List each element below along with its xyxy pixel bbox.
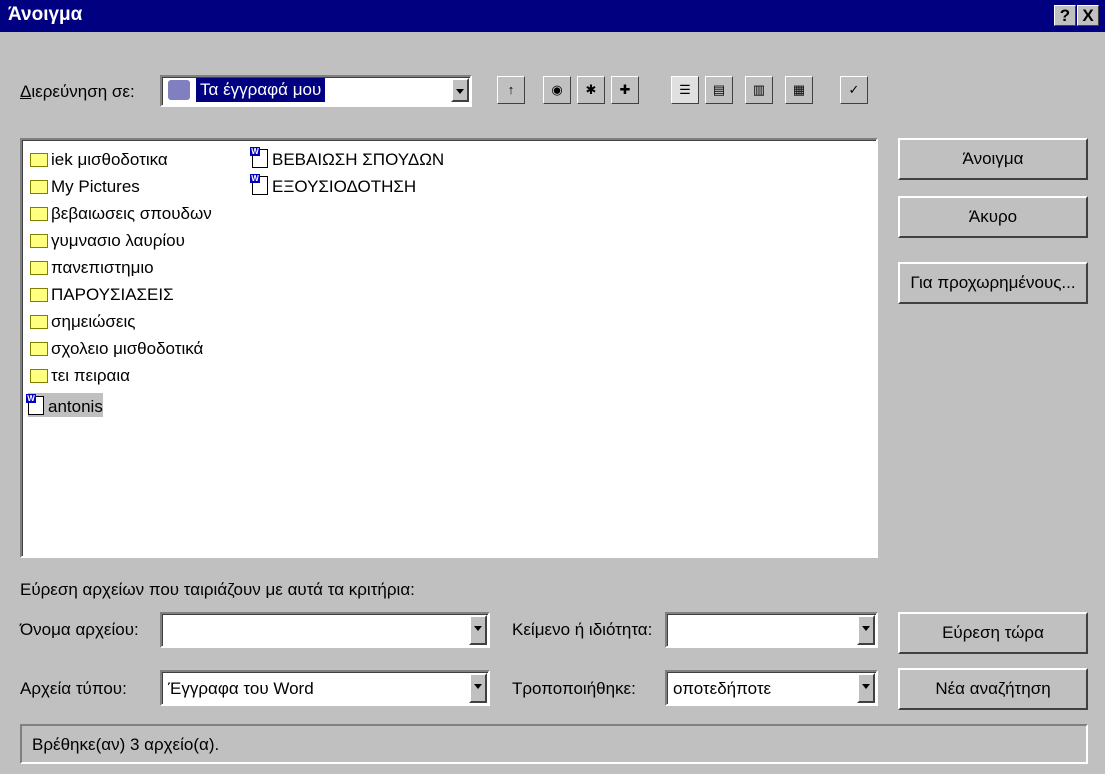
list-item[interactable]: iek μισθοδοτικα bbox=[30, 148, 168, 172]
folder-icon bbox=[30, 180, 48, 194]
word-document-icon bbox=[250, 174, 268, 195]
folder-icon bbox=[30, 207, 48, 221]
close-button[interactable]: X bbox=[1077, 5, 1099, 26]
filename-label: Όνομα αρχείου: bbox=[20, 620, 139, 639]
modified-value: οποτεδήποτε bbox=[673, 679, 772, 698]
look-in-value: Τα έγγραφά μου bbox=[196, 78, 326, 102]
my-documents-icon bbox=[168, 80, 190, 100]
title-bar bbox=[0, 0, 1105, 32]
list-item[interactable]: ΕΞΟΥΣΙΟΔΟΤΗΣΗ bbox=[250, 173, 416, 197]
favorites-button[interactable]: ✱ bbox=[577, 76, 605, 104]
new-search-button[interactable]: Νέα αναζήτηση bbox=[898, 668, 1088, 710]
folder-icon bbox=[30, 342, 48, 356]
list-item[interactable]: σημειώσεις bbox=[30, 310, 135, 334]
modified-label: Τροποποιήθηκε: bbox=[512, 679, 636, 698]
search-web-button[interactable]: ◉ bbox=[543, 76, 571, 104]
commands-settings-button[interactable]: ✓ bbox=[840, 76, 868, 104]
filename-dropdown-arrow[interactable] bbox=[469, 615, 487, 645]
look-in-dropdown[interactable]: Τα έγγραφά μου bbox=[160, 75, 472, 107]
modified-dropdown-arrow[interactable] bbox=[857, 673, 875, 703]
find-now-button[interactable]: Εύρεση τώρα bbox=[898, 612, 1088, 654]
status-bar: Βρέθηκε(αν) 3 αρχείο(α). bbox=[20, 724, 1088, 764]
text-property-dropdown-arrow[interactable] bbox=[857, 615, 875, 645]
modified-dropdown[interactable]: οποτεδήποτε bbox=[665, 670, 878, 706]
preview-view-button[interactable]: ▦ bbox=[785, 76, 813, 104]
folder-icon bbox=[30, 315, 48, 329]
word-document-icon bbox=[250, 147, 268, 168]
look-in-arrow[interactable] bbox=[451, 78, 469, 102]
search-criteria-heading: Εύρεση αρχείων που ταιριάζουν με αυτά τα… bbox=[20, 580, 415, 599]
word-document-icon bbox=[26, 394, 44, 415]
properties-view-button[interactable]: ▥ bbox=[745, 76, 773, 104]
file-list[interactable]: iek μισθοδοτικα My Pictures βεβαιωσεις σ… bbox=[20, 138, 878, 558]
advanced-button[interactable]: Για προχωρημένους... bbox=[898, 262, 1088, 304]
add-to-favorites-button[interactable]: ✚ bbox=[611, 76, 639, 104]
open-button[interactable]: Άνοιγμα bbox=[898, 138, 1088, 180]
list-item-selected[interactable]: antonis bbox=[26, 393, 103, 417]
list-item[interactable]: My Pictures bbox=[30, 175, 140, 199]
cancel-button[interactable]: Άκυρο bbox=[898, 196, 1088, 238]
status-text: Βρέθηκε(αν) 3 αρχείο(α). bbox=[32, 735, 220, 754]
file-type-value: Έγγραφα του Word bbox=[168, 679, 314, 698]
list-view-button[interactable]: ☰ bbox=[671, 76, 699, 104]
folder-icon bbox=[30, 153, 48, 167]
file-type-label: Αρχεία τύπου: bbox=[20, 679, 127, 698]
look-in-label: Διερεύνηση σε: bbox=[20, 82, 135, 101]
list-item[interactable]: γυμνασιο λαυρίου bbox=[30, 229, 185, 253]
list-item[interactable]: σχολειο μισθοδοτικά bbox=[30, 337, 203, 361]
help-button[interactable]: ? bbox=[1054, 5, 1076, 26]
window-title: Άνοιγμα bbox=[8, 4, 83, 25]
folder-icon bbox=[30, 288, 48, 302]
folder-icon bbox=[30, 234, 48, 248]
folder-icon bbox=[30, 261, 48, 275]
file-type-dropdown[interactable]: Έγγραφα του Word bbox=[160, 670, 490, 706]
text-property-label: Κείμενο ή ιδιότητα: bbox=[512, 620, 653, 639]
up-one-level-button[interactable]: ↑ bbox=[497, 76, 525, 104]
list-item[interactable]: ΒΕΒΑΙΩΣΗ ΣΠΟΥΔΩΝ bbox=[250, 146, 444, 170]
file-type-dropdown-arrow[interactable] bbox=[469, 673, 487, 703]
list-item[interactable]: τει πειραια bbox=[30, 364, 130, 388]
text-property-field[interactable] bbox=[665, 612, 878, 648]
list-item[interactable]: βεβαιωσεις σπουδων bbox=[30, 202, 212, 226]
folder-icon bbox=[30, 369, 48, 383]
list-item[interactable]: πανεπιστημιο bbox=[30, 256, 154, 280]
filename-field[interactable] bbox=[160, 612, 490, 648]
details-view-button[interactable]: ▤ bbox=[705, 76, 733, 104]
list-item[interactable]: ΠΑΡΟΥΣΙΑΣΕΙΣ bbox=[30, 283, 174, 307]
